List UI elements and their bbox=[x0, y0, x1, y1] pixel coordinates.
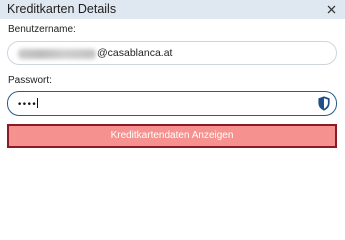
dialog-title: Kreditkarten Details bbox=[7, 2, 117, 16]
close-icon bbox=[327, 5, 335, 13]
password-value: •••• bbox=[17, 98, 39, 111]
redacted-username-part bbox=[18, 48, 96, 59]
text-caret bbox=[37, 98, 39, 108]
username-domain: @casablanca.at bbox=[97, 47, 173, 59]
username-label: Benutzername: bbox=[8, 24, 76, 35]
dialog-header: Kreditkarten Details bbox=[0, 0, 345, 19]
password-label: Passwort: bbox=[8, 75, 52, 86]
show-credit-card-data-label: Kreditkartendaten Anzeigen bbox=[110, 130, 234, 141]
password-mask: •••• bbox=[17, 100, 37, 110]
shield-icon[interactable] bbox=[318, 96, 330, 111]
show-credit-card-data-button[interactable]: Kreditkartendaten Anzeigen bbox=[7, 124, 337, 148]
username-field[interactable]: @casablanca.at bbox=[7, 41, 337, 65]
password-field[interactable]: •••• bbox=[7, 91, 337, 116]
close-button[interactable] bbox=[323, 1, 339, 17]
username-value: @casablanca.at bbox=[18, 47, 172, 60]
credit-card-details-dialog: Kreditkarten Details Benutzername: @casa… bbox=[0, 0, 345, 217]
